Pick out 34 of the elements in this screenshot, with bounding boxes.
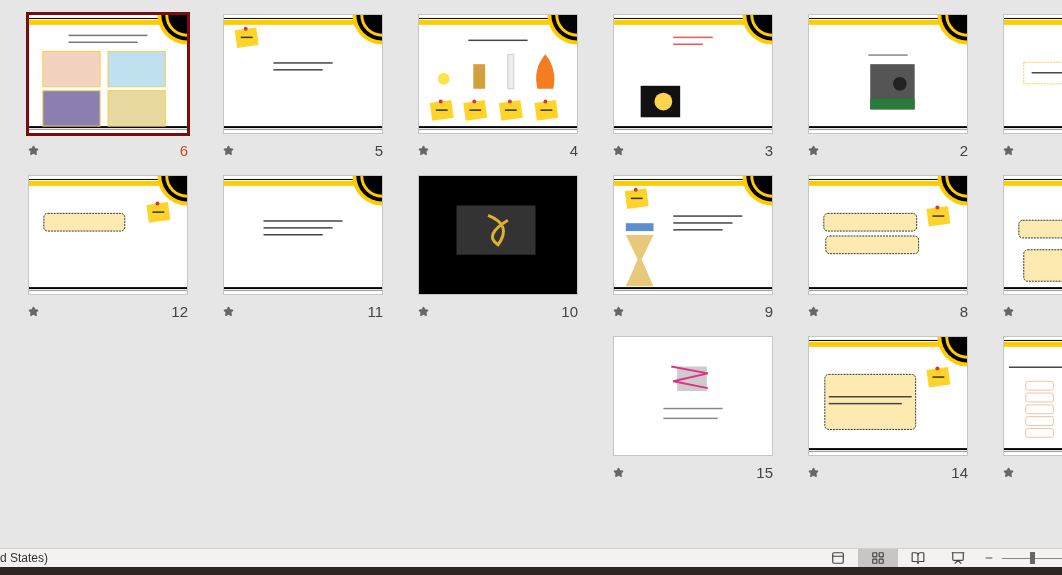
star-icon [613, 305, 624, 317]
star-icon [1003, 305, 1014, 317]
slide-number: 9 [764, 302, 773, 320]
star-icon [808, 466, 819, 478]
star-icon [613, 466, 624, 478]
star-icon [808, 305, 819, 317]
star-icon [1003, 466, 1014, 478]
normal-view-icon [831, 551, 845, 565]
star-icon [223, 144, 234, 156]
star-icon [1003, 144, 1014, 156]
star-icon [28, 305, 39, 317]
view-button[interactable] [858, 549, 898, 567]
star-icon [418, 144, 429, 156]
presentation-icon [951, 551, 965, 565]
slide-number: 11 [367, 302, 383, 320]
slide-number: 10 [561, 302, 578, 320]
status-text: d States) [0, 551, 49, 565]
slide-number: 2 [959, 141, 968, 159]
star-icon [418, 305, 429, 317]
star-icon [613, 144, 624, 156]
slide-number: 8 [959, 302, 968, 320]
slide-number: 15 [756, 463, 773, 481]
slide-number: 12 [171, 302, 188, 320]
slide-number: 5 [374, 141, 383, 159]
book-icon [911, 551, 925, 565]
slide-number: 3 [764, 141, 773, 159]
slide-number: 4 [569, 141, 578, 159]
star-icon [223, 305, 234, 317]
slide-number: 6 [179, 141, 188, 159]
slide-thumbnail[interactable] [26, 12, 190, 136]
star-icon [808, 144, 819, 156]
slide-number: 14 [951, 463, 968, 481]
star-icon [28, 144, 39, 156]
grid-icon [871, 551, 885, 565]
